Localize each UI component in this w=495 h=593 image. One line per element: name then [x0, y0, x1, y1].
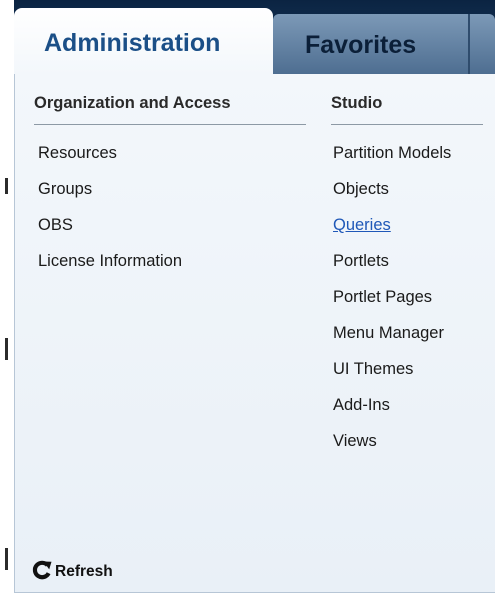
menu-item-ui-themes[interactable]: UI Themes — [333, 360, 413, 379]
background-edge-mark — [5, 548, 8, 570]
menu-item-license-information[interactable]: License Information — [38, 252, 182, 271]
tab-administration[interactable]: Administration — [14, 8, 273, 74]
section-divider — [34, 124, 306, 125]
menu-item-views[interactable]: Views — [333, 432, 377, 451]
section-divider — [331, 124, 483, 125]
menu-item-objects[interactable]: Objects — [333, 180, 389, 199]
menu-item-groups[interactable]: Groups — [38, 180, 92, 199]
menu-item-add-ins[interactable]: Add-Ins — [333, 396, 390, 415]
menu-item-obs[interactable]: OBS — [38, 216, 73, 235]
menu-item-portlet-pages[interactable]: Portlet Pages — [333, 288, 432, 307]
tab-divider — [468, 14, 470, 74]
menu-item-menu-manager[interactable]: Menu Manager — [333, 324, 444, 343]
menu-item-queries[interactable]: Queries — [333, 216, 391, 235]
refresh-button[interactable]: Refresh — [32, 555, 113, 581]
page-left-background — [0, 0, 14, 593]
background-edge-mark — [5, 338, 8, 360]
section-heading-organization-and-access: Organization and Access — [34, 94, 231, 112]
refresh-icon — [32, 559, 52, 581]
background-edge-mark — [5, 178, 8, 194]
section-heading-studio: Studio — [331, 94, 383, 112]
refresh-label: Refresh — [55, 563, 113, 580]
menu-item-portlets[interactable]: Portlets — [333, 252, 389, 271]
menu-item-partition-models[interactable]: Partition Models — [333, 144, 451, 163]
menu-item-resources[interactable]: Resources — [38, 144, 117, 163]
tab-favorites[interactable]: Favorites — [273, 14, 495, 74]
